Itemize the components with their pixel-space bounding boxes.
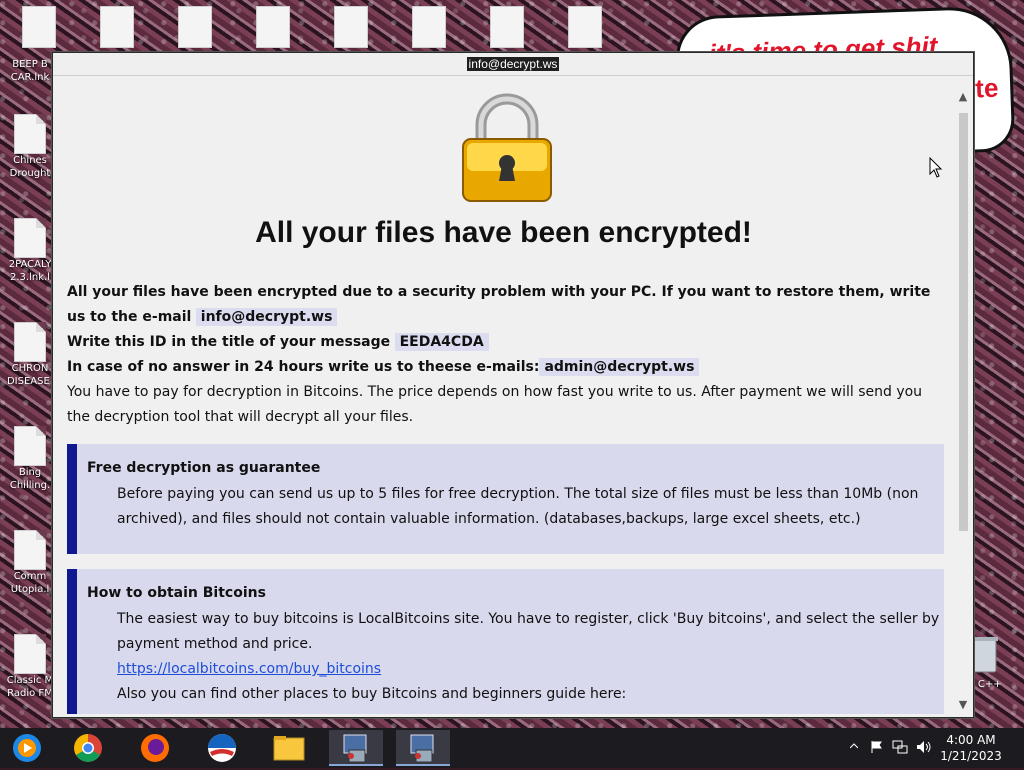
padlock-icon (462, 93, 552, 202)
desktop-file-icon[interactable] (412, 6, 446, 48)
note-line-3: In case of no answer in 24 hours write u… (67, 359, 540, 375)
window-title: info@decrypt.ws (466, 57, 560, 71)
desktop-shortcut[interactable]: BEEP B CAR.lnk (2, 58, 58, 84)
note-heading: All your files have been encrypted! (255, 216, 752, 249)
scroll-down-icon[interactable]: ▼ (955, 697, 971, 713)
taskbar: 4:00 AM 1/21/2023 (0, 728, 1024, 768)
installer-icon (343, 734, 367, 763)
taskbar-app-installer-2[interactable] (396, 730, 450, 766)
file-icon (14, 218, 46, 258)
desktop-shortcut[interactable]: Bing Chilling. (2, 426, 58, 492)
shortcut-label: 2.3.lnk.l (10, 272, 50, 283)
window-titlebar[interactable]: info@decrypt.ws (53, 53, 973, 76)
shortcut-label: CAR.lnk (10, 72, 50, 83)
file-icon (14, 634, 46, 674)
bitcoin-text: The easiest way to buy bitcoins is Local… (117, 611, 940, 652)
scroll-thumb[interactable] (959, 113, 968, 531)
desktop-shortcut[interactable]: Comm Utopia.l (2, 530, 58, 596)
contact-email[interactable]: info@decrypt.ws (195, 308, 338, 326)
shortcut-label: Classic M (6, 675, 54, 686)
note-line-4: You have to pay for decryption in Bitcoi… (67, 384, 923, 425)
file-icon (14, 530, 46, 570)
desktop-file-icon[interactable] (490, 6, 524, 48)
localbitcoins-link[interactable]: https://localbitcoins.com/buy_bitcoins (117, 661, 381, 677)
file-icon (14, 426, 46, 466)
note-body: All your files have been encrypted due t… (67, 280, 947, 430)
shortcut-label: Comm (13, 571, 47, 582)
bitcoin-title: How to obtain Bitcoins (87, 585, 266, 601)
desktop-file-icon[interactable] (100, 6, 134, 48)
note-line-2: Write this ID in the title of your messa… (67, 334, 391, 350)
shortcut-label: Drought (9, 168, 51, 179)
bitcoin-text-2: Also you can find other places to buy Bi… (117, 686, 627, 702)
guarantee-box: Free decryption as guarantee Before payi… (67, 444, 944, 554)
shortcut-label: BEEP B (12, 59, 48, 70)
taskbar-clock[interactable]: 4:00 AM 1/21/2023 (936, 732, 1006, 764)
chevron-up-icon[interactable] (850, 742, 858, 750)
scroll-up-icon[interactable]: ▲ (955, 89, 971, 105)
victim-id[interactable]: EEDA4CDA (394, 333, 489, 351)
shortcut-label: Bing (18, 467, 42, 478)
shortcut-label: Utopia.l (10, 584, 50, 595)
desktop-shortcut[interactable]: Chines Drought (2, 114, 58, 180)
desktop-file-icon[interactable] (178, 6, 212, 48)
installer-icon (410, 734, 434, 763)
windows-media-icon (13, 734, 41, 762)
desktop-shortcut[interactable]: 2PACALY 2.3.lnk.l (2, 218, 58, 284)
desktop-shortcut[interactable]: Classic M Radio FM (2, 634, 58, 700)
guarantee-title: Free decryption as guarantee (87, 460, 321, 476)
file-icon (14, 322, 46, 362)
shortcut-label: Radio FM (7, 688, 53, 699)
flag-icon[interactable] (870, 740, 884, 754)
note-content: All your files have been encrypted! All … (55, 78, 952, 714)
vertical-scrollbar[interactable]: ▲ ▼ (955, 89, 971, 713)
taskbar-app-firefox[interactable] (128, 730, 182, 766)
guarantee-text: Before paying you can send us up to 5 fi… (117, 486, 919, 527)
desktop-shortcut[interactable]: CHRON DISEASE. (2, 322, 58, 388)
taskbar-app-chrome[interactable] (61, 730, 115, 766)
taskbar-app-media[interactable] (0, 730, 54, 766)
shortcut-label: DISEASE. (6, 376, 53, 387)
desktop-file-icon[interactable] (256, 6, 290, 48)
file-icon (14, 114, 46, 154)
shortcut-label: CHRON (11, 363, 49, 374)
ransom-note-window: info@decrypt.ws All your files have been… (52, 52, 974, 718)
clock-time: 4:00 AM (946, 733, 996, 747)
mouse-cursor-icon (929, 157, 943, 178)
obama-logo-icon (208, 734, 236, 762)
file-explorer-icon (273, 736, 305, 761)
taskbar-app-obama[interactable] (195, 730, 249, 766)
taskbar-app-explorer[interactable] (262, 730, 316, 766)
desktop-file-icon[interactable] (568, 6, 602, 48)
shortcut-label: 2PACALY (8, 259, 52, 270)
desktop-file-icon[interactable] (22, 6, 56, 48)
bitcoin-box: How to obtain Bitcoins The easiest way t… (67, 569, 944, 714)
taskbar-app-installer[interactable] (329, 730, 383, 766)
clock-date: 1/21/2023 (940, 749, 1002, 763)
chrome-icon (74, 734, 102, 762)
firefox-icon (141, 734, 169, 762)
wallpaper-text-fragment: te (974, 72, 999, 104)
desktop-file-icon[interactable] (334, 6, 368, 48)
recycle-bin-icon (972, 637, 998, 673)
backup-email[interactable]: admin@decrypt.ws (539, 358, 700, 376)
volume-icon[interactable] (916, 740, 932, 754)
shortcut-label: Chilling. (9, 480, 51, 491)
shortcut-label: Chines (13, 155, 47, 166)
network-icon[interactable] (892, 740, 908, 754)
